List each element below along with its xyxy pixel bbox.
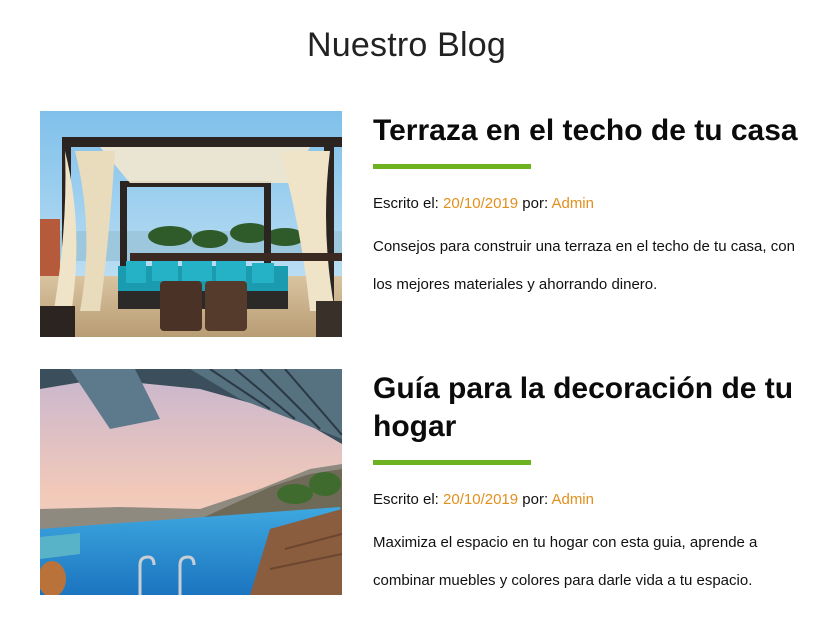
post-thumbnail-infinity-pool[interactable] [40,369,342,595]
post-author-link[interactable]: Admin [551,195,594,212]
meta-prefix: Escrito el: [373,195,444,212]
post-author-link[interactable]: Admin [551,491,594,508]
post-content: Guía para la decoración de tu hogar Escr… [373,369,798,600]
post-excerpt: Maximiza el espacio en tu hogar con esta… [373,534,758,589]
post-content: Terraza en el techo de tu casa Escrito e… [373,111,798,304]
post-date-link[interactable]: 20/10/2019 [443,195,518,212]
rooftop-terrace-image [40,111,342,337]
post-date-link[interactable]: 20/10/2019 [443,491,518,508]
post-title[interactable]: Terraza en el techo de tu casa [373,112,798,150]
meta-by-label: por: [518,491,552,508]
post-excerpt: Consejos para construir una terraza en e… [373,238,795,293]
post-title[interactable]: Guía para la decoración de tu hogar [373,370,798,446]
title-underline [373,164,531,169]
title-underline [373,460,531,465]
meta-by-label: por: [518,195,552,212]
post-thumbnail-rooftop-terrace[interactable] [40,111,342,337]
post-meta: Escrito el: 20/10/2019 por: Admin [373,195,798,212]
infinity-pool-image [40,369,342,595]
page-title: Nuestro Blog [307,26,506,64]
post-meta: Escrito el: 20/10/2019 por: Admin [373,491,798,508]
meta-prefix: Escrito el: [373,491,444,508]
